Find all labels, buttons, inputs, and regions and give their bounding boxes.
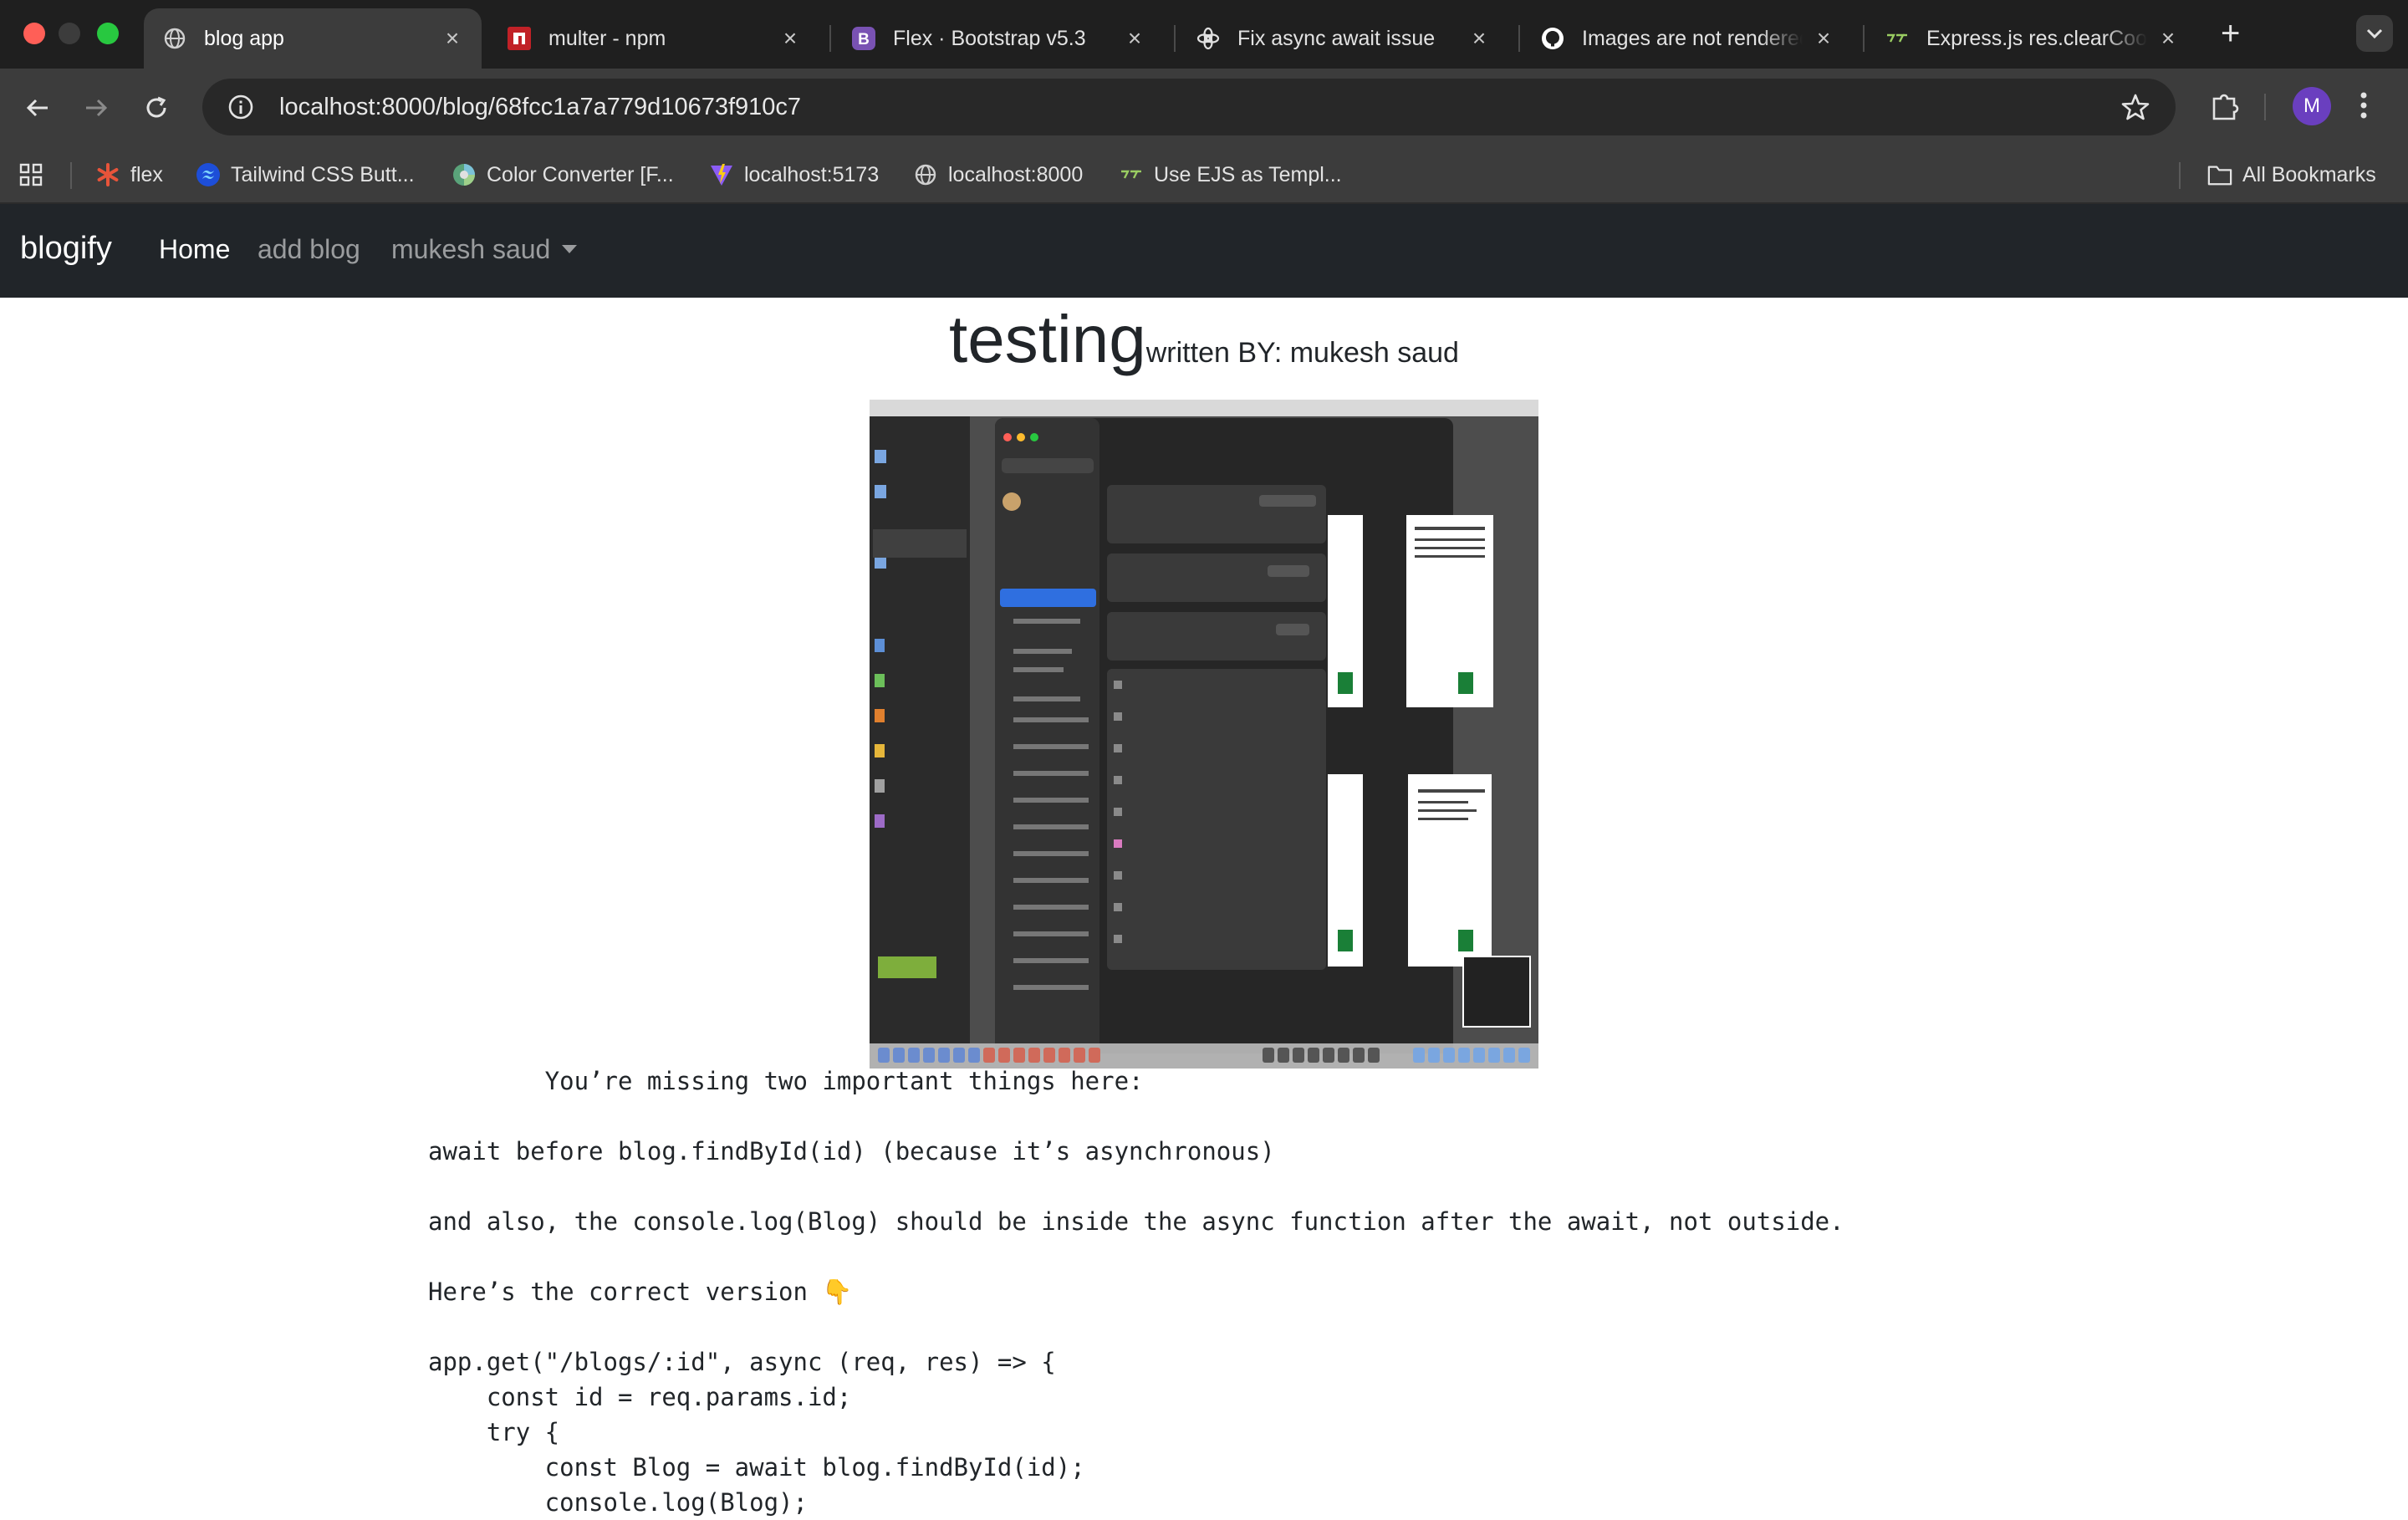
tab-divider — [1518, 25, 1520, 52]
site-info-icon[interactable] — [227, 94, 254, 120]
all-bookmarks-label: All Bookmarks — [2242, 162, 2376, 186]
post-cover-image — [870, 400, 1538, 1069]
globe-icon — [913, 162, 938, 187]
tab-close-icon[interactable]: × — [441, 27, 463, 50]
tab-title: Flex · Bootstrap v5.3 — [893, 26, 1086, 50]
svg-text:B: B — [858, 31, 870, 48]
bookmark-localhost-8000[interactable]: localhost:8000 — [913, 161, 1083, 189]
extensions-button[interactable] — [2207, 89, 2241, 126]
bookmarks-divider — [70, 162, 72, 189]
tab-close-icon[interactable]: × — [1468, 27, 1490, 50]
kebab-menu-icon — [2360, 92, 2367, 119]
apps-grid-icon — [19, 163, 43, 186]
folder-icon — [2207, 162, 2232, 187]
tab-bootstrap-flex[interactable]: B Flex · Bootstrap v5.3 × — [833, 8, 1164, 69]
forward-button[interactable] — [79, 90, 114, 125]
tab-title: Images are not rendered — [1582, 26, 1803, 50]
github-icon — [1540, 26, 1565, 51]
reload-button[interactable] — [139, 90, 174, 125]
site-navbar: blogify Home add blog mukesh saud — [0, 204, 2408, 298]
tab-divider — [829, 25, 831, 52]
apps-button[interactable] — [18, 161, 43, 189]
tab-title: Express.js res.clearCookie — [1926, 26, 2147, 50]
bookmark-label: flex — [130, 162, 163, 186]
bookmark-localhost-5173[interactable]: localhost:5173 — [709, 161, 879, 189]
bookmark-label: Color Converter [F... — [487, 162, 674, 186]
bookmark-use-ejs[interactable]: Use EJS as Templ... — [1119, 161, 1342, 189]
back-button[interactable] — [20, 90, 55, 125]
nav-link-add-blog[interactable]: add blog — [258, 234, 360, 265]
window-minimize-button[interactable] — [59, 23, 80, 44]
tab-search-button[interactable] — [2356, 15, 2393, 52]
url-text[interactable]: localhost:8000/blog/68fcc1a7a779d10673f9… — [279, 94, 801, 121]
nav-link-home[interactable]: Home — [159, 234, 230, 265]
user-dropdown-label: mukesh saud — [391, 234, 551, 264]
ejs-icon — [1885, 26, 1910, 51]
tab-divider — [1863, 25, 1865, 52]
browser-tab-strip: blog app × multer - npm × B Flex · Boots… — [0, 0, 2408, 69]
post-heading: testingwritten BY: mukesh saud — [0, 301, 2408, 378]
npm-icon — [507, 26, 532, 51]
tab-close-icon[interactable]: × — [779, 27, 801, 50]
toolbar-divider — [2264, 94, 2266, 120]
tab-title: blog app — [204, 26, 284, 50]
user-dropdown[interactable]: mukesh saud — [391, 234, 578, 265]
address-bar[interactable]: localhost:8000/blog/68fcc1a7a779d10673f9… — [202, 79, 2176, 135]
tab-close-icon[interactable]: × — [1813, 27, 1834, 50]
bootstrap-icon: B — [851, 26, 876, 51]
window-zoom-button[interactable] — [97, 23, 119, 44]
post-body: You’re missing two important things here… — [428, 1067, 1844, 1517]
profile-avatar[interactable]: M — [2293, 87, 2331, 125]
chevron-down-icon — [2366, 28, 2383, 39]
tab-fix-async-await[interactable]: Fix async await issue × — [1177, 8, 1508, 69]
tab-title: Fix async await issue — [1237, 26, 1436, 50]
tab-multer-npm[interactable]: multer - npm × — [488, 8, 819, 69]
tab-express-clearcookie[interactable]: Express.js res.clearCookie × — [1866, 8, 2197, 69]
bookmarks-bar: flex Tailwind CSS Butt... Color Converte… — [0, 145, 2408, 204]
bookmark-label: Tailwind CSS Butt... — [231, 162, 415, 186]
post-title: testing — [949, 302, 1146, 376]
bookmark-label: localhost:8000 — [948, 162, 1084, 186]
arrow-left-icon — [26, 99, 48, 117]
bookmark-tailwind[interactable]: Tailwind CSS Butt... — [196, 161, 415, 189]
bookmark-label: localhost:5173 — [744, 162, 880, 186]
bookmark-color-converter[interactable]: Color Converter [F... — [452, 161, 674, 189]
bookmark-label: Use EJS as Templ... — [1154, 162, 1342, 186]
bookmark-star-icon[interactable] — [2120, 92, 2150, 122]
puzzle-piece-icon — [2212, 94, 2239, 120]
arrow-right-icon — [86, 99, 108, 117]
browser-toolbar: localhost:8000/blog/68fcc1a7a779d10673f9… — [0, 69, 2408, 145]
color-wheel-icon — [452, 162, 477, 187]
tab-close-icon[interactable]: × — [2157, 27, 2179, 50]
brand-logo[interactable]: blogify — [20, 231, 112, 267]
post-author: written BY: mukesh saud — [1145, 337, 1459, 369]
bookmarks-divider — [2179, 162, 2181, 189]
tailwind-icon — [196, 162, 221, 187]
reload-icon — [146, 96, 166, 118]
tab-blog-app[interactable]: blog app × — [144, 8, 482, 69]
openai-icon — [1196, 26, 1221, 51]
screenshot-image — [870, 400, 1538, 1069]
tab-divider — [1174, 25, 1176, 52]
bookmark-flex[interactable]: flex — [95, 161, 163, 189]
tab-close-icon[interactable]: × — [1124, 27, 1145, 50]
all-bookmarks-button[interactable]: All Bookmarks — [2207, 161, 2376, 189]
tab-title: multer - npm — [548, 26, 666, 50]
new-tab-button[interactable]: + — [2221, 17, 2240, 50]
browser-menu-button[interactable] — [2358, 89, 2370, 126]
vite-icon — [709, 162, 734, 187]
asterisk-icon — [95, 162, 120, 187]
ejs-icon — [1119, 162, 1144, 187]
caret-down-icon — [562, 244, 578, 253]
window-close-button[interactable] — [23, 23, 45, 44]
tab-images-not-rendered[interactable]: Images are not rendered × — [1522, 8, 1853, 69]
globe-icon — [162, 26, 187, 51]
